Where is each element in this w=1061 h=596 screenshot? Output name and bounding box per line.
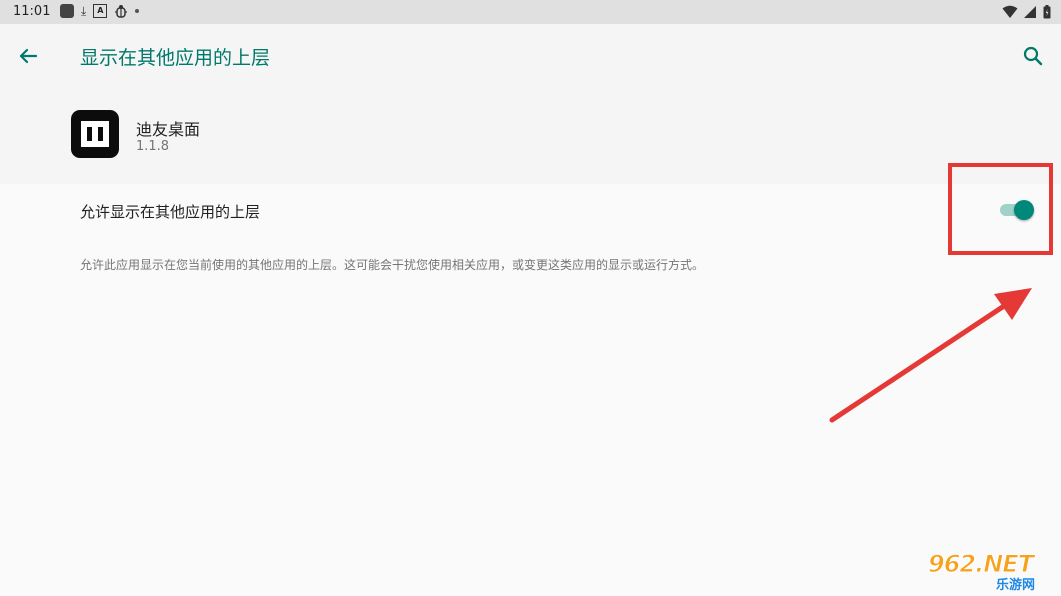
watermark-sub: 乐游网 — [996, 578, 1036, 593]
watermark: 962.NET 乐游网 — [924, 550, 1056, 594]
red-arrow-annotation — [829, 288, 1032, 423]
